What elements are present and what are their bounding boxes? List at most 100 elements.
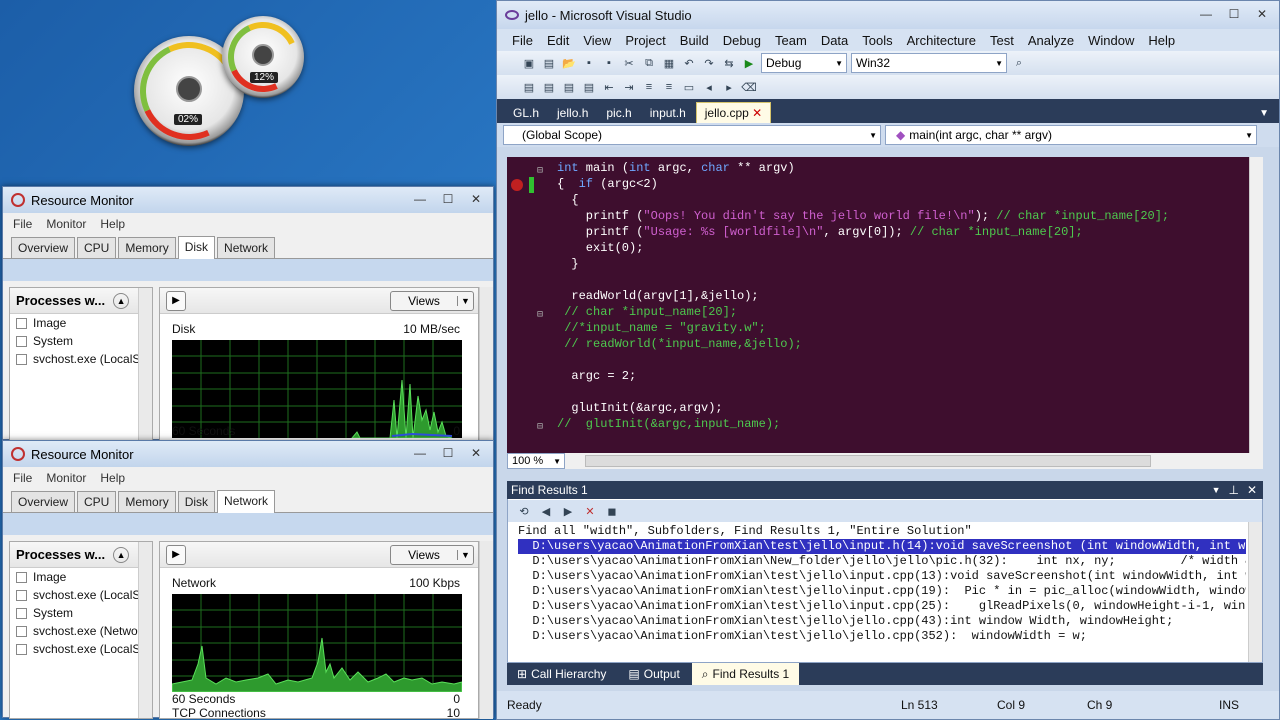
code-line[interactable]: // readWorld(*input_name,&jello); [557, 337, 802, 353]
minimize-button[interactable]: — [407, 444, 433, 462]
code-line[interactable]: argc = 2; [557, 369, 636, 385]
parameter-info-icon[interactable]: ▤ [541, 79, 557, 95]
next-bookmark-icon[interactable]: ▸ [721, 79, 737, 95]
code-line[interactable]: } [557, 257, 578, 273]
views-dropdown[interactable]: Views ▼ [390, 545, 474, 565]
close-button[interactable]: ✕ [463, 190, 489, 208]
minimize-button[interactable]: — [1193, 5, 1219, 23]
menu-test[interactable]: Test [983, 33, 1021, 48]
start-debugging-icon[interactable]: ▶ [741, 55, 757, 71]
stop-find-icon[interactable]: ◼ [604, 503, 620, 519]
uncomment-icon[interactable]: ≡ [661, 79, 677, 95]
navigate-icon[interactable]: ⇆ [721, 55, 737, 71]
title-bar[interactable]: Resource Monitor — ☐ ✕ [3, 441, 493, 467]
menu-window[interactable]: Window [1081, 33, 1141, 48]
menu-team[interactable]: Team [768, 33, 814, 48]
tab-output[interactable]: ▤ Output [618, 663, 689, 685]
undo-icon[interactable]: ↶ [681, 55, 697, 71]
expand-icon[interactable]: ▶ [166, 544, 186, 565]
editor-gutter[interactable] [507, 157, 545, 453]
code-line[interactable]: { if (argc<2) [557, 177, 658, 193]
collapse-main-icon[interactable]: ⊟ [537, 165, 543, 177]
configuration-select[interactable]: Debug ▼ [761, 53, 847, 73]
menu-data[interactable]: Data [814, 33, 855, 48]
list-item[interactable]: svchost.exe (LocalS... [10, 350, 152, 368]
find-result-row[interactable]: D:\users\yacao\AnimationFromXian\test\je… [518, 614, 1246, 629]
minimize-button[interactable]: — [407, 190, 433, 208]
code-line[interactable]: // char *input_name[20]; [557, 305, 737, 321]
code-line[interactable]: printf ("Oops! You didn't say the jello … [557, 209, 1169, 225]
collapse-comment-icon[interactable]: ⊟ [537, 309, 543, 321]
tab-disk[interactable]: Disk [177, 236, 216, 259]
tab-jello-h[interactable]: jello.h [549, 103, 596, 123]
tab-memory[interactable]: Memory [118, 237, 176, 258]
tab-overview[interactable]: Overview [11, 237, 76, 258]
tab-pic-h[interactable]: pic.h [598, 103, 639, 123]
menu-help[interactable]: Help [100, 471, 125, 485]
close-tab-icon[interactable]: ✕ [752, 106, 762, 120]
menu-project[interactable]: Project [618, 33, 672, 48]
processes-header[interactable]: Processes w... ▲ [10, 542, 152, 568]
tab-call-hierarchy[interactable]: ⊞ Call Hierarchy [507, 663, 616, 685]
tab-network[interactable]: Network [217, 490, 276, 513]
copy-icon[interactable]: ⧉ [641, 55, 657, 71]
menu-tools[interactable]: Tools [855, 33, 899, 48]
scrollbar[interactable] [479, 287, 493, 441]
close-button[interactable]: ✕ [1249, 5, 1275, 23]
member-select[interactable]: ◆ main(int argc, char ** argv) ▼ [885, 125, 1257, 145]
new-project-icon[interactable]: ▣ [521, 55, 537, 71]
cut-icon[interactable]: ✂ [621, 55, 637, 71]
checkbox[interactable] [16, 571, 27, 583]
tab-overflow-icon[interactable]: ▼ [1259, 108, 1269, 119]
close-icon[interactable]: ✕ [1247, 483, 1257, 497]
quick-info-icon[interactable]: ▤ [561, 79, 577, 95]
list-members-icon[interactable]: ▤ [521, 79, 537, 95]
find-scrollbar[interactable] [1248, 522, 1262, 662]
menu-monitor[interactable]: Monitor [46, 471, 86, 485]
menu-analyze[interactable]: Analyze [1021, 33, 1081, 48]
list-item[interactable]: Image [10, 314, 152, 332]
checkbox[interactable] [16, 607, 27, 619]
find-result-row[interactable]: D:\users\yacao\AnimationFromXian\test\je… [518, 599, 1246, 614]
menu-file[interactable]: File [13, 471, 32, 485]
collapse-icon[interactable]: ▲ [113, 292, 130, 309]
find-result-row[interactable]: D:\users\yacao\AnimationFromXian\test\je… [518, 539, 1246, 554]
menu-build[interactable]: Build [673, 33, 716, 48]
menu-architecture[interactable]: Architecture [900, 33, 983, 48]
list-item[interactable]: Image [10, 568, 152, 586]
tab-overview[interactable]: Overview [11, 491, 76, 512]
tab-cpu[interactable]: CPU [77, 491, 117, 512]
scope-select[interactable]: (Global Scope) ▼ [503, 125, 881, 145]
goto-location-icon[interactable]: ⟲ [516, 503, 532, 519]
open-file-icon[interactable]: 📂 [561, 55, 577, 71]
tab-find-results[interactable]: ⌕ Find Results 1 [691, 663, 800, 685]
window-position-icon[interactable]: ▼ [1212, 485, 1221, 495]
outdent-icon[interactable]: ⇤ [601, 79, 617, 95]
title-bar[interactable]: Resource Monitor — ☐ ✕ [3, 187, 493, 213]
scrollbar[interactable] [479, 541, 493, 719]
comment-icon[interactable]: ≡ [641, 79, 657, 95]
maximize-button[interactable]: ☐ [435, 190, 461, 208]
code-line[interactable]: readWorld(argv[1],&jello); [557, 289, 758, 305]
list-item[interactable]: System [10, 604, 152, 622]
horizontal-scrollbar[interactable] [585, 455, 1151, 467]
indent-icon[interactable]: ⇥ [621, 79, 637, 95]
scrollbar[interactable] [138, 288, 152, 440]
previous-location-icon[interactable]: ◀ [538, 503, 554, 519]
add-item-icon[interactable]: ▤ [541, 55, 557, 71]
scrollbar[interactable] [138, 542, 152, 718]
find-result-row[interactable]: D:\users\yacao\AnimationFromXian\test\je… [518, 629, 1246, 644]
tab-disk[interactable]: Disk [177, 491, 216, 512]
maximize-button[interactable]: ☐ [1221, 5, 1247, 23]
code-editor[interactable]: ⊟ ⊟ ⊟ int main (int argc, char ** argv){… [507, 157, 1263, 453]
menu-file[interactable]: File [13, 217, 32, 231]
menu-view[interactable]: View [576, 33, 618, 48]
code-line[interactable]: { [557, 193, 578, 209]
find-result-row[interactable]: D:\users\yacao\AnimationFromXian\test\je… [518, 584, 1246, 599]
tab-jello-cpp[interactable]: jello.cpp ✕ [695, 102, 772, 123]
views-dropdown[interactable]: Views ▼ [390, 291, 474, 311]
processes-header[interactable]: Processes w... ▲ [10, 288, 152, 314]
checkbox[interactable] [16, 335, 27, 347]
close-button[interactable]: ✕ [463, 444, 489, 462]
code-line[interactable]: exit(0); [557, 241, 644, 257]
